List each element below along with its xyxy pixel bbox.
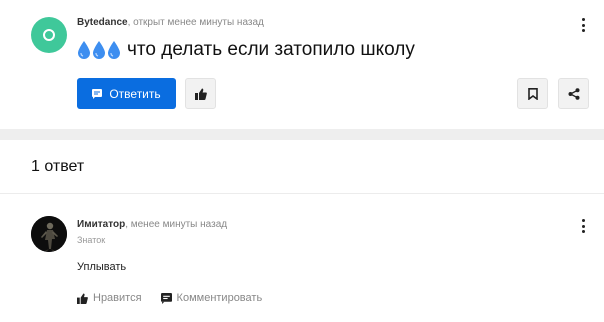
answer-button[interactable]: Ответить: [77, 78, 176, 109]
answer-text: Уплывать: [77, 261, 127, 273]
share-button[interactable]: [558, 78, 589, 109]
answers-count: 1 ответ: [31, 158, 85, 175]
question-time: , открыт менее минуты назад: [127, 17, 264, 28]
like-label: Нравится: [93, 292, 142, 304]
bookmark-icon: [527, 87, 538, 100]
answer-more-icon[interactable]: [577, 219, 589, 233]
bookmark-button[interactable]: [517, 78, 548, 109]
thumbs-up-icon: [77, 292, 88, 304]
author-avatar[interactable]: [31, 17, 67, 53]
answer-author-role: Знаток: [77, 235, 106, 245]
question-title: что делать если затопило школу: [77, 37, 415, 63]
question-more-icon[interactable]: [577, 18, 589, 32]
question-card: Bytedance, открыт менее минуты назад что…: [0, 0, 604, 129]
comment-icon: [160, 292, 172, 304]
question-text: что делать если затопило школу: [127, 39, 415, 60]
comment-label: Комментировать: [176, 292, 263, 304]
answer-button-label: Ответить: [109, 86, 161, 101]
like-answer-button[interactable]: Нравится: [77, 292, 142, 304]
answer-author-avatar[interactable]: [31, 216, 67, 252]
answer-meta: Имитатор, менее минуты назад: [77, 219, 227, 230]
question-meta: Bytedance, открыт менее минуты назад: [77, 17, 264, 28]
share-icon: [568, 87, 579, 100]
answer-author[interactable]: Имитатор: [77, 219, 125, 230]
water-drops-icon: [77, 40, 121, 60]
answer-time: , менее минуты назад: [125, 219, 228, 230]
answer-actions: Нравится Комментировать: [77, 291, 262, 305]
question-author[interactable]: Bytedance: [77, 17, 128, 28]
comment-answer-button[interactable]: Комментировать: [160, 292, 263, 304]
like-question-button[interactable]: [185, 78, 216, 109]
answers-card: 1 ответ Имитатор, менее минуты назад Зна…: [0, 140, 604, 322]
thumbs-up-icon: [194, 88, 207, 100]
divider: [0, 193, 604, 194]
comment-icon: [92, 88, 103, 99]
